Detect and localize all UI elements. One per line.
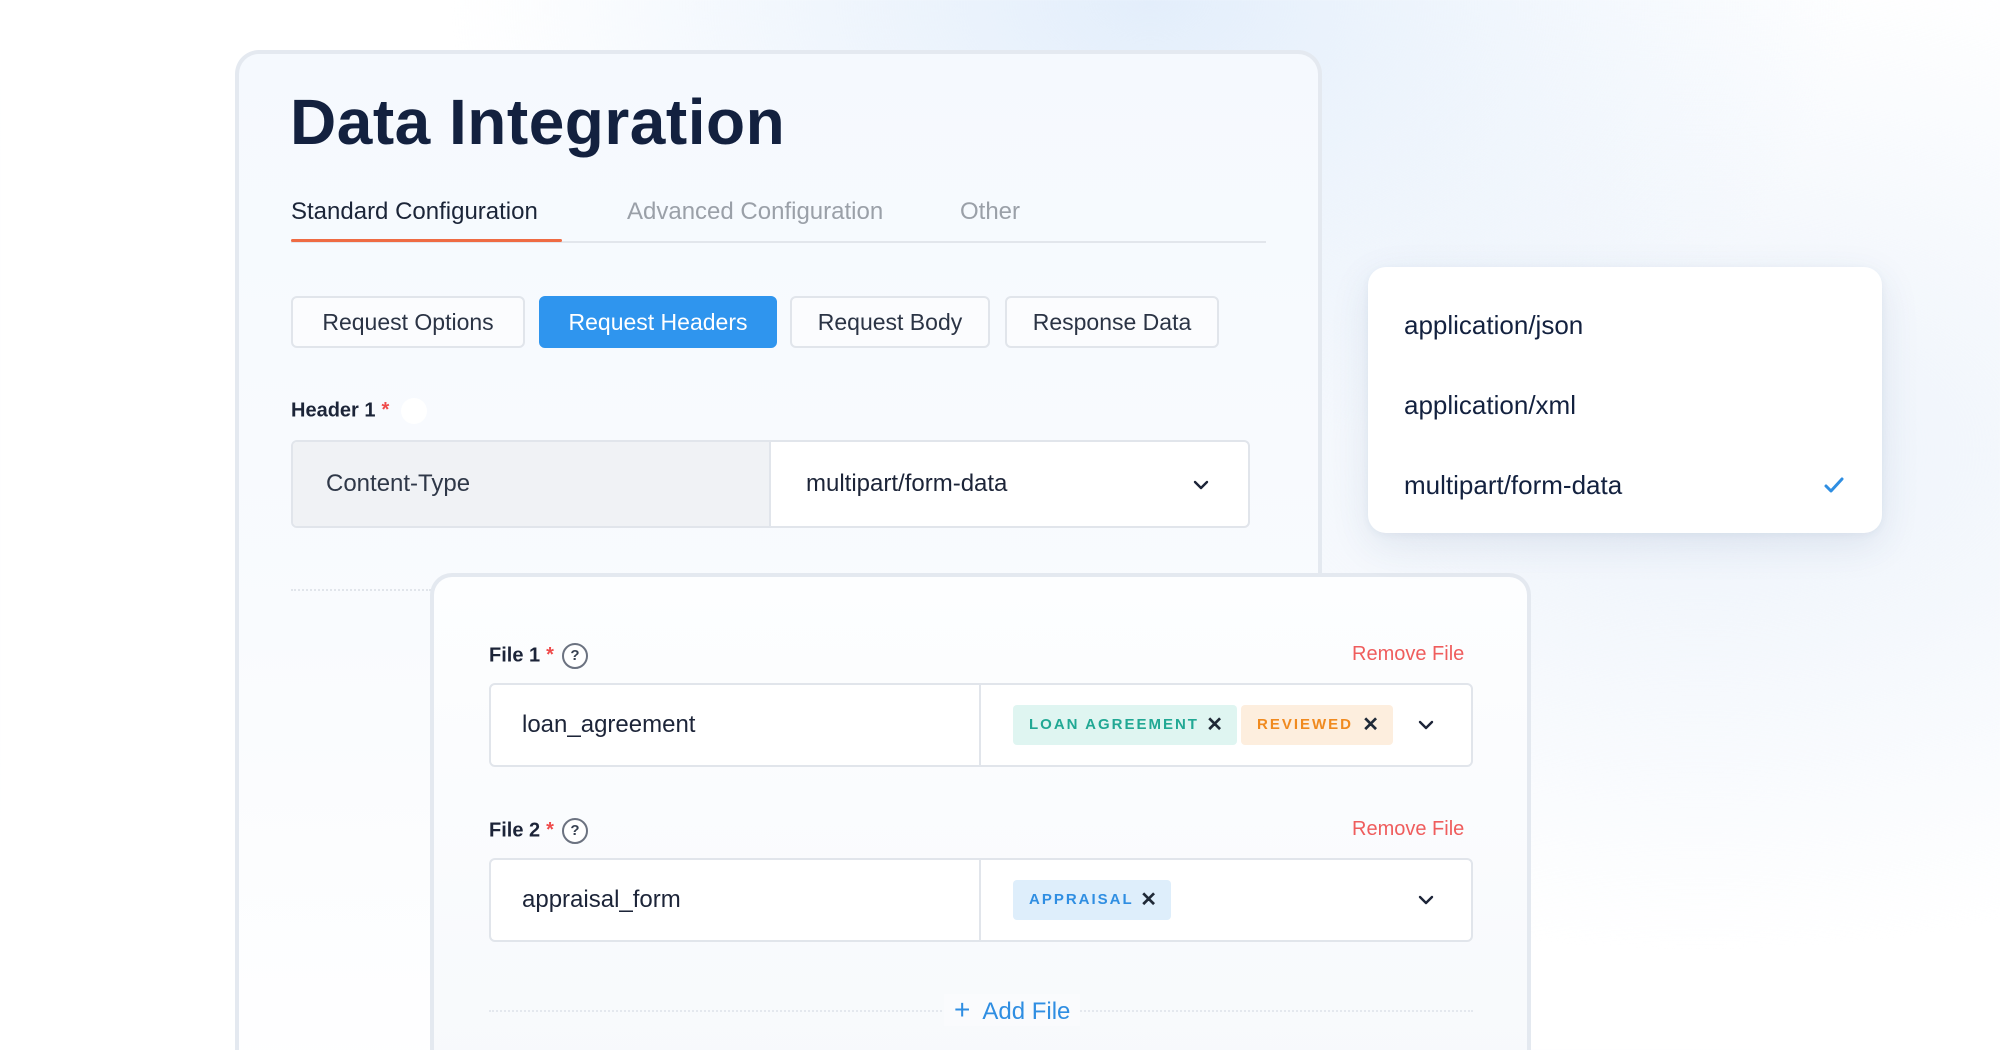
tag-label: REVIEWED <box>1257 716 1354 733</box>
file-1-label: File 1 *? <box>489 643 588 669</box>
remove-tag-icon[interactable]: ✕ <box>1206 705 1223 745</box>
add-file-label: Add File <box>982 998 1071 1025</box>
required-marker: * <box>546 819 554 842</box>
subtab-request-body[interactable]: Request Body <box>790 296 990 348</box>
help-icon[interactable]: ? <box>561 643 588 669</box>
file-1-name-field[interactable]: loan_agreement <box>491 685 981 765</box>
check-icon <box>1824 477 1844 493</box>
subtab-request-options[interactable]: Request Options <box>291 296 525 348</box>
tag-chip: LOAN AGREEMENT ✕ <box>1013 705 1237 745</box>
dropdown-option-multipart-form-data[interactable]: multipart/form-data <box>1404 465 1846 505</box>
header-key-field[interactable]: Content-Type <box>293 442 771 526</box>
tag-label: LOAN AGREEMENT <box>1029 716 1199 733</box>
subtab-request-headers[interactable]: Request Headers <box>539 296 777 348</box>
chevron-down-icon[interactable] <box>1415 889 1437 911</box>
file-2-row: appraisal_form APPRAISAL ✕ <box>489 858 1473 942</box>
tab-advanced-configuration[interactable]: Advanced Configuration <box>627 196 883 228</box>
tag-label: APPRAISAL <box>1029 891 1134 908</box>
option-label: multipart/form-data <box>1404 470 1623 500</box>
active-tab-indicator <box>291 239 562 242</box>
option-label: application/json <box>1404 310 1584 340</box>
header-value-select[interactable]: multipart/form-data <box>773 442 1248 526</box>
tag-chip: REVIEWED ✕ <box>1241 705 1393 745</box>
chevron-down-icon[interactable] <box>1415 714 1437 736</box>
header-1-label: Header 1 * <box>291 398 428 424</box>
content-type-dropdown: application/json application/xml multipa… <box>1368 267 1882 533</box>
plus-icon: + <box>954 994 971 1025</box>
remove-tag-icon[interactable]: ✕ <box>1362 705 1379 745</box>
required-marker: * <box>381 399 390 422</box>
tab-standard-configuration[interactable]: Standard Configuration <box>291 196 538 228</box>
option-label: application/xml <box>1404 390 1576 420</box>
chevron-down-icon <box>1193 480 1209 490</box>
required-marker: * <box>546 644 554 667</box>
file-2-label: File 2 *? <box>489 818 588 844</box>
add-file-button[interactable]: + Add File <box>944 994 1081 1026</box>
config-tabs: Standard Configuration Advanced Configur… <box>291 196 1266 246</box>
page-title: Data Integration <box>290 86 786 158</box>
header-1-row: Content-Type multipart/form-data <box>291 440 1250 528</box>
tab-other[interactable]: Other <box>960 196 1020 228</box>
file-2-label-text: File 2 <box>489 819 541 842</box>
header-1-label-text: Header 1 <box>291 399 376 422</box>
dropdown-option-application-xml[interactable]: application/xml <box>1404 385 1846 425</box>
info-icon <box>401 398 428 424</box>
file-1-row: loan_agreement LOAN AGREEMENT ✕ REVIEWED… <box>489 683 1473 767</box>
header-value-text: multipart/form-data <box>806 470 1008 497</box>
subtab-response-data[interactable]: Response Data <box>1005 296 1219 348</box>
dropdown-option-application-json[interactable]: application/json <box>1404 305 1846 345</box>
remove-file-1-link[interactable]: Remove File <box>1352 643 1464 666</box>
remove-file-2-link[interactable]: Remove File <box>1352 818 1464 841</box>
file-1-label-text: File 1 <box>489 644 541 667</box>
file-2-name-field[interactable]: appraisal_form <box>491 860 981 940</box>
remove-tag-icon[interactable]: ✕ <box>1140 880 1157 920</box>
section-divider <box>291 589 431 591</box>
help-icon[interactable]: ? <box>561 818 588 844</box>
tag-chip: APPRAISAL ✕ <box>1013 880 1171 920</box>
